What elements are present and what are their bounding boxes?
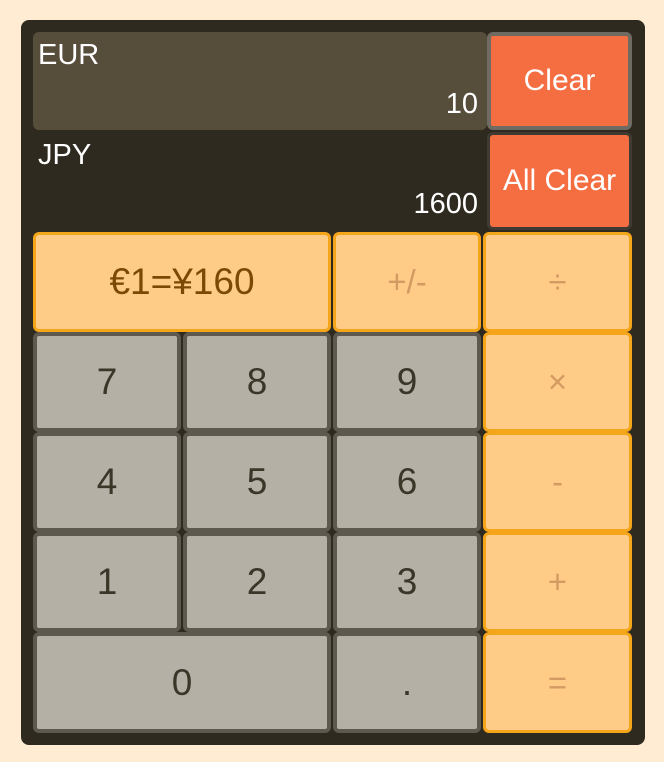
digit-6-button[interactable]: 6: [333, 432, 481, 532]
digit-7-button[interactable]: 7: [33, 332, 181, 432]
negate-button[interactable]: +/-: [333, 232, 481, 332]
source-currency-display[interactable]: EUR 10: [33, 32, 487, 130]
all-clear-button[interactable]: All Clear: [487, 132, 632, 230]
target-amount: 1600: [413, 188, 478, 220]
exchange-rate-button[interactable]: €1=¥160: [33, 232, 331, 332]
source-amount: 10: [445, 88, 478, 120]
digit-8-button[interactable]: 8: [183, 332, 331, 432]
digit-3-button[interactable]: 3: [333, 532, 481, 632]
digit-2-button[interactable]: 2: [183, 532, 331, 632]
digit-9-button[interactable]: 9: [333, 332, 481, 432]
digit-4-button[interactable]: 4: [33, 432, 181, 532]
digit-5-button[interactable]: 5: [183, 432, 331, 532]
digit-1-button[interactable]: 1: [33, 532, 181, 632]
target-currency-display[interactable]: JPY 1600: [33, 132, 487, 230]
equals-button[interactable]: =: [483, 632, 632, 733]
subtract-button[interactable]: -: [483, 432, 632, 532]
source-currency-code: EUR: [38, 39, 100, 71]
divide-button[interactable]: ÷: [483, 232, 632, 332]
add-button[interactable]: +: [483, 532, 632, 632]
digit-0-button[interactable]: 0: [33, 632, 331, 733]
multiply-button[interactable]: ×: [483, 332, 632, 432]
target-currency-code: JPY: [38, 139, 92, 171]
decimal-point-button[interactable]: .: [333, 632, 481, 733]
clear-button[interactable]: Clear: [487, 32, 632, 130]
calculator-panel: EUR 10 JPY 1600 Clear All Clear €1=¥160 …: [21, 20, 645, 745]
